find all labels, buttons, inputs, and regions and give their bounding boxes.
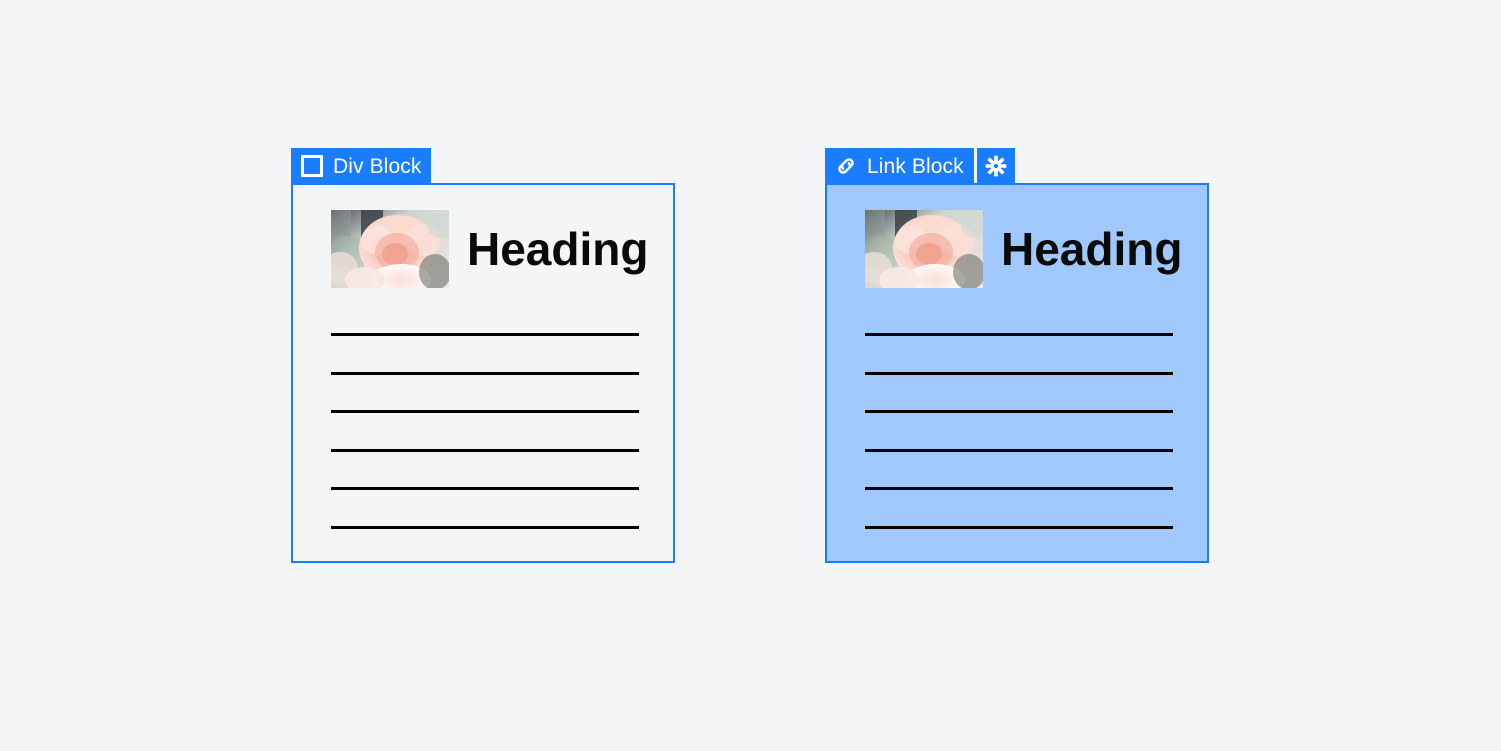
gear-icon [984, 154, 1008, 178]
text-rule [331, 487, 639, 490]
link-block-heading: Heading [1001, 223, 1183, 275]
link-block-tab-label: Link Block [867, 154, 964, 178]
text-rule [331, 448, 639, 452]
text-rule [331, 371, 639, 375]
div-block-tab-row: Div Block [291, 148, 432, 184]
link-block-media-row: Heading [865, 210, 1182, 288]
text-rule [865, 410, 1173, 413]
div-block-heading: Heading [467, 223, 649, 275]
div-block-tab[interactable]: Div Block [291, 148, 432, 184]
square-frame-icon [300, 154, 324, 178]
text-rule [865, 487, 1173, 490]
designer-canvas: Div Block Heading Link Block Heading [0, 0, 1501, 751]
div-block-rule-list [331, 333, 639, 564]
link-block-body[interactable]: Heading [825, 183, 1209, 563]
text-rule [865, 448, 1173, 452]
div-block-body[interactable]: Heading [291, 183, 675, 563]
text-rule [331, 333, 639, 336]
link-block-tab-row: Link Block [825, 148, 1015, 184]
text-rule [865, 525, 1173, 529]
div-block-media-row: Heading [331, 210, 648, 288]
flower-image[interactable] [865, 210, 983, 288]
chain-link-icon [834, 154, 858, 178]
text-rule [331, 525, 639, 529]
link-block-rule-list [865, 333, 1173, 564]
div-block-content: Heading [293, 185, 673, 561]
text-rule [865, 371, 1173, 375]
div-block-tab-label: Div Block [333, 154, 422, 178]
link-block-content: Heading [827, 185, 1207, 561]
link-block-settings-button[interactable] [976, 148, 1015, 184]
text-rule [331, 410, 639, 413]
text-rule [865, 333, 1173, 336]
flower-image[interactable] [331, 210, 449, 288]
link-block-tab[interactable]: Link Block [825, 148, 974, 184]
